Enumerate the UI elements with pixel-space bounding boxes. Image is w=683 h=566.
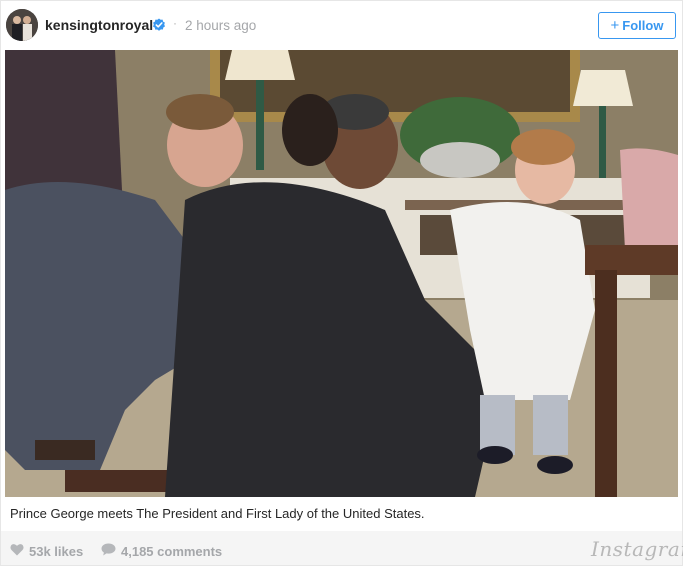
follow-label: Follow (622, 18, 664, 33)
post-photo[interactable] (5, 50, 678, 497)
post-footer: 53k likes 4,185 comments Instagram (1, 531, 683, 565)
verified-badge-icon (152, 18, 166, 32)
comments-label: 4,185 comments (121, 543, 223, 559)
heart-icon (10, 543, 24, 559)
separator-dot: · (173, 16, 177, 30)
likes-label: 53k likes (29, 543, 84, 559)
follow-button[interactable]: + Follow (598, 12, 676, 39)
username-link[interactable]: kensingtonroyal (45, 17, 153, 33)
instagram-embed-card: kensingtonroyal · 2 hours ago + Follow P… (0, 0, 683, 566)
avatar[interactable] (6, 9, 38, 41)
instagram-logo[interactable]: Instagram (591, 537, 683, 561)
post-timestamp[interactable]: 2 hours ago (185, 18, 256, 33)
comments-count[interactable]: 4,185 comments (101, 543, 222, 559)
comment-bubble-icon (101, 543, 116, 559)
post-header: kensingtonroyal · 2 hours ago + Follow (1, 1, 682, 50)
post-caption: Prince George meets The President and Fi… (10, 506, 425, 521)
plus-icon: + (610, 17, 620, 34)
likes-count[interactable]: 53k likes (10, 543, 83, 559)
